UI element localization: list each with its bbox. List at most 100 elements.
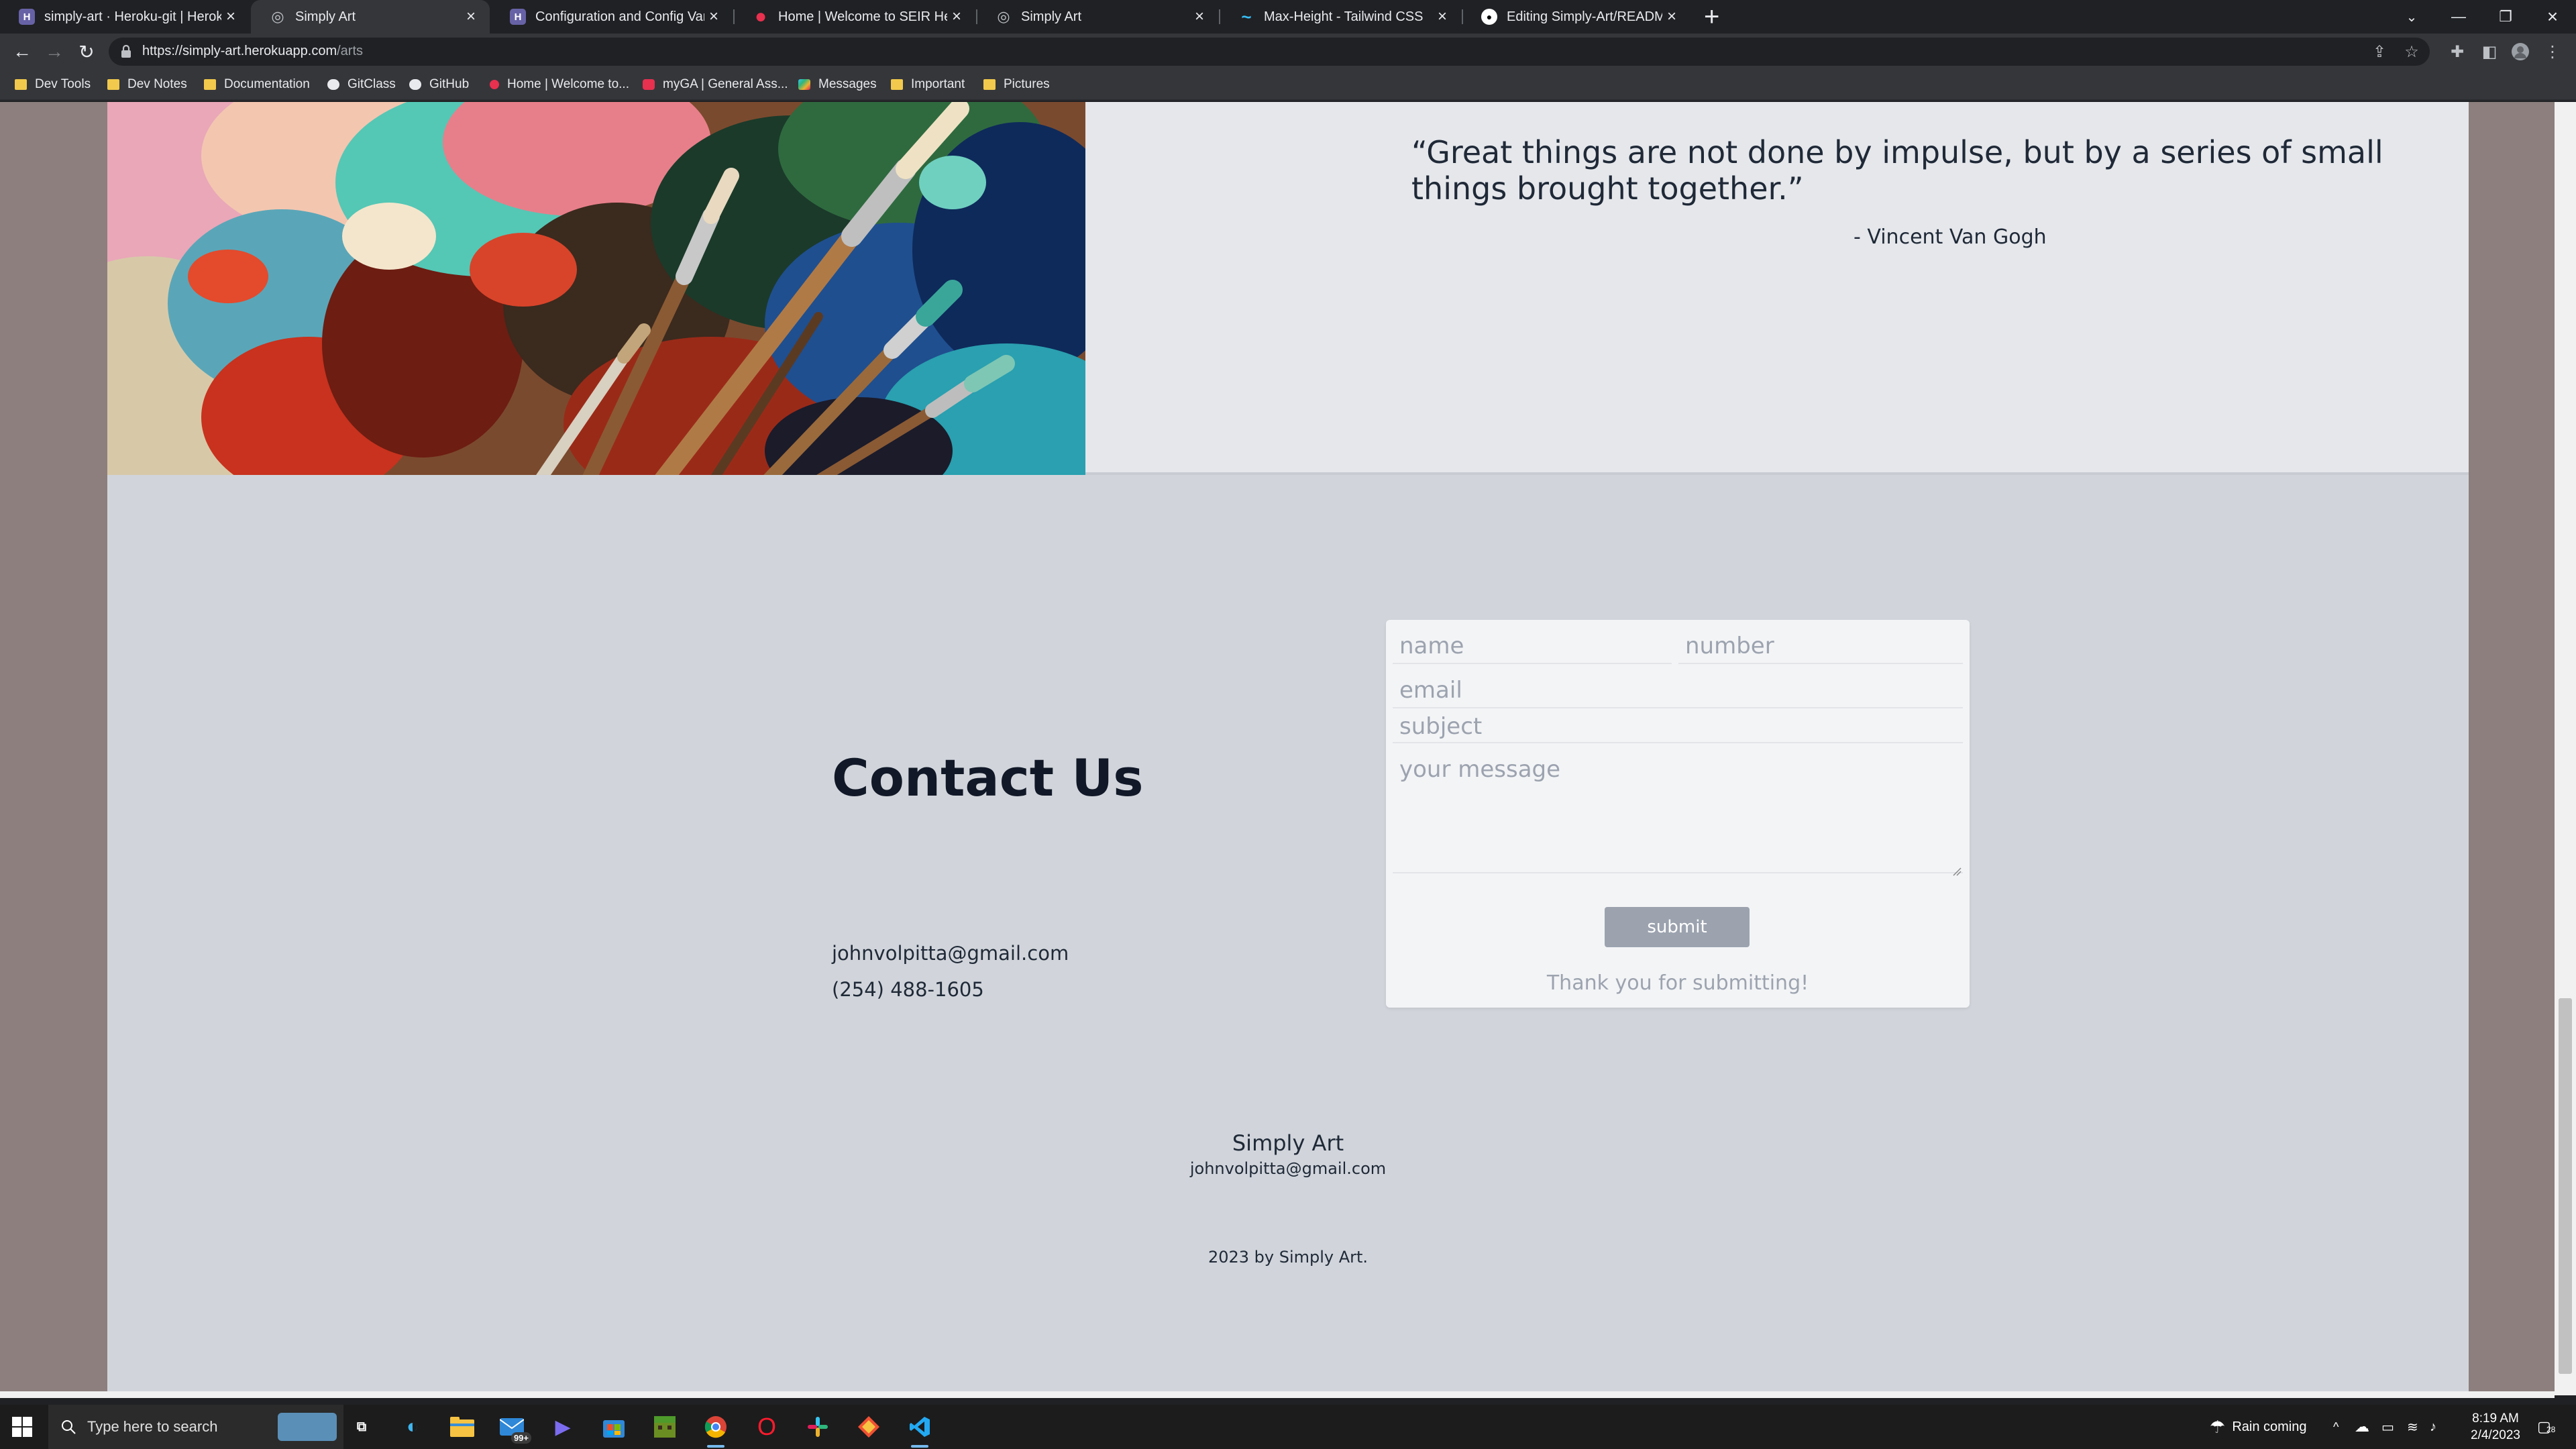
back-arrow-icon[interactable]: ← [9, 39, 35, 64]
github-icon [409, 79, 421, 90]
bookmark-label: Important [911, 77, 965, 91]
tab-title: simply-art · Heroku-git | Heroku [44, 9, 221, 24]
file-explorer-icon[interactable] [448, 1413, 476, 1441]
slack-icon[interactable] [804, 1413, 832, 1441]
weather-widget[interactable]: ☂ Rain coming [2210, 1405, 2306, 1449]
quote-section: “Great things are not done by impulse, b… [107, 102, 2469, 475]
close-tab-icon[interactable]: × [704, 7, 723, 26]
bookmark-home-welcome[interactable]: Home | Welcome to... [490, 70, 629, 99]
minimize-button[interactable]: — [2435, 0, 2482, 34]
mail-icon[interactable]: 99+ [498, 1413, 531, 1444]
bookmark-documentation[interactable]: Documentation [204, 70, 310, 99]
task-view-icon[interactable]: ⧉ [347, 1413, 376, 1441]
bookmark-label: Home | Welcome to... [507, 77, 629, 91]
tab-simply-art[interactable]: ◎ Simply Art × [977, 0, 1218, 34]
footer-brand: Simply Art [1232, 1130, 1344, 1156]
search-icon [62, 1420, 76, 1434]
minecraft-icon[interactable] [651, 1413, 679, 1441]
bookmark-myga[interactable]: myGA | General Ass... [643, 70, 788, 99]
kebab-menu-icon[interactable]: ⋮ [2542, 42, 2563, 62]
folder-icon [204, 79, 216, 90]
vertical-scrollbar[interactable] [2555, 102, 2576, 1395]
share-icon[interactable]: ⇪ [2369, 42, 2390, 62]
tab-title: Configuration and Config Vars | H [535, 9, 704, 24]
close-tab-icon[interactable]: × [462, 7, 480, 26]
show-hidden-icons-chevron-icon[interactable]: ^ [2333, 1405, 2339, 1449]
bookmark-github[interactable]: GitHub [409, 70, 469, 99]
bookmark-label: Dev Notes [127, 77, 187, 91]
tab-title: Editing Simply-Art/README.md at [1507, 9, 1662, 24]
subject-input[interactable]: subject [1393, 710, 1963, 743]
tab-seir-hedwig[interactable]: ● Home | Welcome to SEIR Hedwig × [734, 0, 975, 34]
name-input[interactable]: name [1393, 628, 1672, 664]
windows-taskbar: Type here to search ⧉ ◐ 99+ ▶ O ☂ Rain c… [0, 1405, 2576, 1449]
edge-icon[interactable]: ◐ [398, 1413, 427, 1441]
extensions-puzzle-icon[interactable]: ✚ [2447, 42, 2467, 62]
browser-toolbar: ← → ↻ https://simply-art.herokuapp.com/a… [0, 34, 2576, 70]
restore-button[interactable]: ❐ [2482, 0, 2529, 34]
globe-favicon-icon: ◎ [997, 8, 1010, 25]
close-tab-icon[interactable]: × [1190, 7, 1209, 26]
tab-config-vars[interactable]: H Configuration and Config Vars | H × [491, 0, 733, 34]
onedrive-cloud-icon[interactable]: ☁ [2355, 1405, 2369, 1449]
taskbar-clock[interactable]: 8:19 AM 2/4/2023 [2455, 1410, 2536, 1444]
windows-start-icon[interactable] [12, 1417, 32, 1437]
close-tab-icon[interactable]: × [1433, 7, 1452, 26]
address-bar[interactable]: https://simply-art.herokuapp.com/arts ⇪ … [109, 38, 2430, 66]
tab-title: Home | Welcome to SEIR Hedwig [778, 9, 947, 24]
bookmark-messages[interactable]: Messages [798, 70, 877, 99]
bookmark-dev-tools[interactable]: Dev Tools [15, 70, 91, 99]
forward-arrow-icon[interactable]: → [42, 39, 67, 64]
tab-title: Simply Art [1021, 9, 1082, 24]
volume-icon[interactable]: ♪ [2430, 1405, 2436, 1449]
scrollbar-thumb[interactable] [2559, 998, 2572, 1374]
notification-count: 28 [2546, 1425, 2556, 1434]
bookmark-label: Dev Tools [35, 77, 91, 91]
search-highlight-image[interactable] [278, 1413, 337, 1441]
gitkraken-icon[interactable] [855, 1413, 883, 1441]
wifi-icon[interactable]: ≋ [2407, 1405, 2418, 1449]
notification-center-icon[interactable]: ▢ 28 [2537, 1405, 2555, 1449]
horizontal-scrollbar[interactable] [0, 1391, 2555, 1398]
close-tab-icon[interactable]: × [1662, 7, 1681, 26]
tab-simply-art-active[interactable]: ◎ Simply Art × [251, 0, 490, 34]
media-player-icon[interactable]: ▶ [549, 1413, 577, 1441]
bookmark-label: GitHub [429, 77, 470, 91]
store-icon[interactable] [600, 1413, 628, 1441]
tab-tailwind[interactable]: ~ Max-Height - Tailwind CSS × [1220, 0, 1461, 34]
number-input[interactable]: number [1678, 628, 1963, 664]
ga-favicon-icon: ● [754, 5, 767, 28]
profile-avatar-icon[interactable] [2510, 42, 2530, 62]
bookmark-star-icon[interactable]: ☆ [2402, 42, 2422, 62]
bookmarks-bar: Dev Tools Dev Notes Documentation GitCla… [0, 70, 2576, 101]
close-tab-icon[interactable]: × [221, 7, 240, 26]
bookmark-label: Messages [818, 77, 877, 91]
side-panel-icon[interactable]: ◧ [2479, 42, 2500, 62]
globe-favicon-icon: ◎ [271, 8, 284, 25]
bookmark-gitclass[interactable]: GitClass [327, 70, 396, 99]
bookmark-pictures[interactable]: Pictures [983, 70, 1050, 99]
tab-heroku-git[interactable]: H simply-art · Heroku-git | Heroku × [0, 0, 250, 34]
lock-icon [121, 45, 131, 58]
reload-icon[interactable]: ↻ [74, 39, 99, 64]
close-tab-icon[interactable]: × [947, 7, 966, 26]
tab-github-readme[interactable]: ● Editing Simply-Art/README.md at × [1462, 0, 1690, 34]
vscode-icon[interactable] [906, 1413, 934, 1448]
message-textarea[interactable]: your message [1393, 751, 1963, 873]
opera-icon[interactable]: O [753, 1413, 781, 1441]
footer-copyright: 2023 by Simply Art. [1208, 1248, 1368, 1267]
tab-search-chevron-icon[interactable]: ⌄ [2388, 0, 2435, 34]
bookmark-dev-notes[interactable]: Dev Notes [107, 70, 187, 99]
slack-icon [798, 79, 810, 90]
submit-button[interactable]: submit [1605, 907, 1750, 947]
new-tab-button[interactable]: + [1704, 1, 1719, 32]
mail-badge: 99+ [511, 1432, 531, 1444]
ga-icon [490, 80, 499, 89]
email-input[interactable]: email [1393, 672, 1963, 708]
battery-icon[interactable]: ▭ [2381, 1405, 2394, 1449]
tab-strip: H simply-art · Heroku-git | Heroku × ◎ S… [0, 0, 2576, 34]
bookmark-important[interactable]: Important [891, 70, 965, 99]
chrome-icon[interactable] [702, 1413, 730, 1448]
close-window-button[interactable]: × [2529, 0, 2576, 34]
resize-handle-icon[interactable] [1952, 867, 1962, 876]
